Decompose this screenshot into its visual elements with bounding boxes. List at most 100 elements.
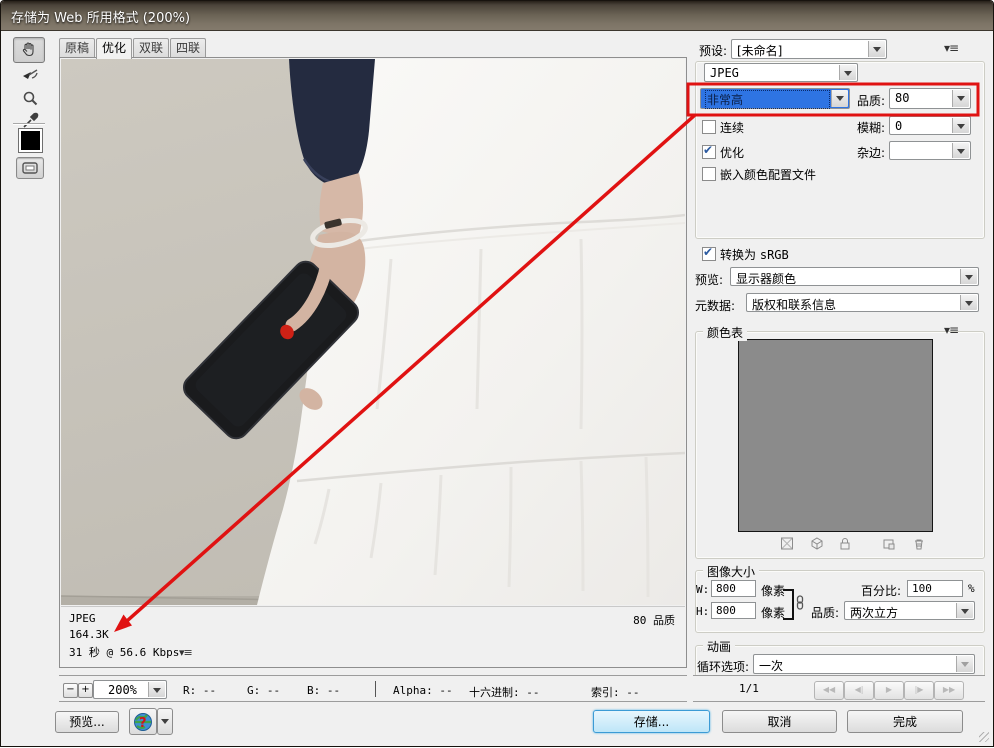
hand-tool-button[interactable] (13, 37, 45, 63)
quality-value-input[interactable]: 80 (889, 88, 971, 109)
width-input[interactable]: 800 (711, 580, 756, 597)
resize-grip[interactable] (979, 732, 989, 742)
percent-input[interactable]: 100 (907, 580, 963, 597)
slices-visibility-icon (22, 162, 38, 174)
progressive-checkbox[interactable] (702, 120, 716, 134)
convert-srgb-label: 转换为 sRGB (720, 246, 789, 263)
preview-mode-select[interactable]: 显示器颜色 (730, 267, 979, 286)
embed-profile-label: 嵌入颜色配置文件 (720, 166, 816, 183)
matte-select[interactable] (889, 141, 971, 160)
embed-profile-checkbox[interactable] (702, 167, 716, 181)
zoom-level-select[interactable]: 200% (93, 680, 167, 699)
cancel-button[interactable]: 取消 (722, 710, 837, 733)
download-speed-menu-icon[interactable]: ▾≡ (179, 646, 192, 659)
optimized-label: 优化 (720, 144, 744, 161)
zoom-tool-button[interactable] (15, 87, 45, 111)
wh-link-bracket (783, 589, 794, 620)
trash-icon[interactable] (912, 537, 926, 550)
frame-counter: 1/1 (739, 682, 759, 695)
preview-image[interactable] (61, 59, 685, 605)
slice-select-icon (20, 66, 40, 84)
chevron-down-icon[interactable] (960, 269, 977, 284)
g-readout: G: -- (247, 684, 280, 697)
percent-unit: % (968, 582, 975, 595)
chevron-down-icon[interactable] (868, 41, 885, 57)
color-table-title: 颜色表 (703, 324, 747, 341)
index-readout: 索引: -- (591, 684, 640, 700)
window-title: 存储为 Web 所用格式 (200%) (11, 7, 190, 26)
color-swatch[interactable] (18, 128, 43, 153)
tab-4up[interactable]: 四联 (170, 38, 206, 57)
last-frame-button[interactable]: ▶▶ (934, 681, 964, 700)
format-readout: JPEG (69, 612, 96, 625)
chain-link-icon[interactable] (795, 595, 805, 610)
done-button[interactable]: 完成 (847, 710, 963, 733)
format-select[interactable]: JPEG (704, 63, 858, 82)
compression-quality-select[interactable]: 非常高 (700, 88, 850, 109)
chevron-down-icon[interactable] (956, 603, 973, 618)
r-readout: R: -- (183, 684, 216, 697)
chevron-down-icon[interactable] (952, 143, 969, 158)
chevron-down-icon (161, 719, 169, 728)
preset-select[interactable]: [未命名] (731, 39, 887, 59)
width-unit-label: 像素 (761, 582, 785, 599)
preview-in-browser-button[interactable]: 预览... (55, 711, 119, 733)
chevron-down-icon[interactable] (831, 90, 848, 107)
readout-divider (375, 681, 376, 697)
resample-quality-select[interactable]: 两次立方 (844, 601, 975, 620)
next-frame-button[interactable]: |▶ (904, 681, 934, 700)
progressive-label: 连续 (720, 119, 744, 136)
previous-frame-button[interactable]: ◀| (844, 681, 874, 700)
optimized-preview-panel: JPEG 164.3K 31 秒 @ 56.6 Kbps ▾≡ 80 品质 (59, 57, 687, 668)
percent-label: 百分比: (861, 582, 901, 599)
metadata-label: 元数据: (695, 297, 735, 314)
alpha-readout: Alpha: -- (393, 684, 453, 697)
browser-select-button[interactable]: ? (129, 708, 157, 735)
blur-label: 模糊: (857, 119, 885, 136)
preset-panel-menu-icon[interactable]: ▾≡ (944, 41, 958, 55)
play-button[interactable]: ▶ (874, 681, 904, 700)
blur-value-input[interactable]: 0 (889, 116, 971, 135)
animation-transport-bar: 1/1 ◀◀ ◀| ▶ |▶ ▶▶ (693, 675, 985, 702)
metadata-select[interactable]: 版权和联系信息 (746, 293, 979, 312)
resample-quality-label: 品质: (811, 604, 839, 621)
svg-text:?: ? (139, 716, 147, 731)
convert-srgb-checkbox[interactable] (702, 247, 716, 261)
tab-original[interactable]: 原稿 (59, 38, 95, 57)
web-shift-icon[interactable] (810, 537, 824, 550)
width-label: W: (696, 583, 709, 596)
height-input[interactable]: 800 (711, 602, 756, 619)
tab-optimized[interactable]: 优化 (96, 38, 132, 59)
color-table-swatches[interactable] (738, 339, 933, 532)
chevron-down-icon[interactable] (148, 682, 165, 697)
magnifier-icon (21, 90, 39, 108)
chevron-down-icon[interactable] (952, 118, 969, 133)
tab-2up[interactable]: 双联 (133, 38, 169, 57)
save-button[interactable]: 存储... (593, 710, 710, 733)
transparency-map-icon[interactable] (780, 537, 794, 550)
optimized-checkbox[interactable] (702, 145, 716, 159)
hand-icon (20, 41, 38, 59)
chevron-down-icon[interactable] (839, 65, 856, 80)
titlebar[interactable]: 存储为 Web 所用格式 (200%) (1, 1, 993, 31)
chevron-down-icon[interactable] (952, 90, 969, 107)
new-color-icon[interactable] (882, 537, 896, 550)
lock-color-icon[interactable] (838, 537, 852, 550)
loop-options-select[interactable]: 一次 (753, 654, 975, 674)
first-frame-button[interactable]: ◀◀ (814, 681, 844, 700)
quality-label: 品质: (857, 92, 885, 109)
zoom-in-button[interactable]: + (78, 683, 93, 698)
color-table-menu-icon[interactable]: ▾≡ (944, 323, 958, 337)
hex-readout: 十六进制: -- (469, 684, 540, 700)
loop-options-label: 循环选项: (697, 658, 749, 675)
download-time-readout: 31 秒 @ 56.6 Kbps (69, 644, 179, 660)
current-color (21, 131, 40, 150)
toggle-slices-button[interactable] (16, 157, 44, 179)
slice-select-tool-button[interactable] (15, 63, 45, 87)
browser-select-arrow[interactable] (157, 708, 173, 735)
filesize-readout: 164.3K (69, 628, 109, 641)
zoom-out-button[interactable]: − (63, 683, 78, 698)
chevron-down-icon[interactable] (960, 295, 977, 310)
animation-title: 动画 (703, 638, 735, 655)
toolbar-divider (13, 123, 45, 124)
